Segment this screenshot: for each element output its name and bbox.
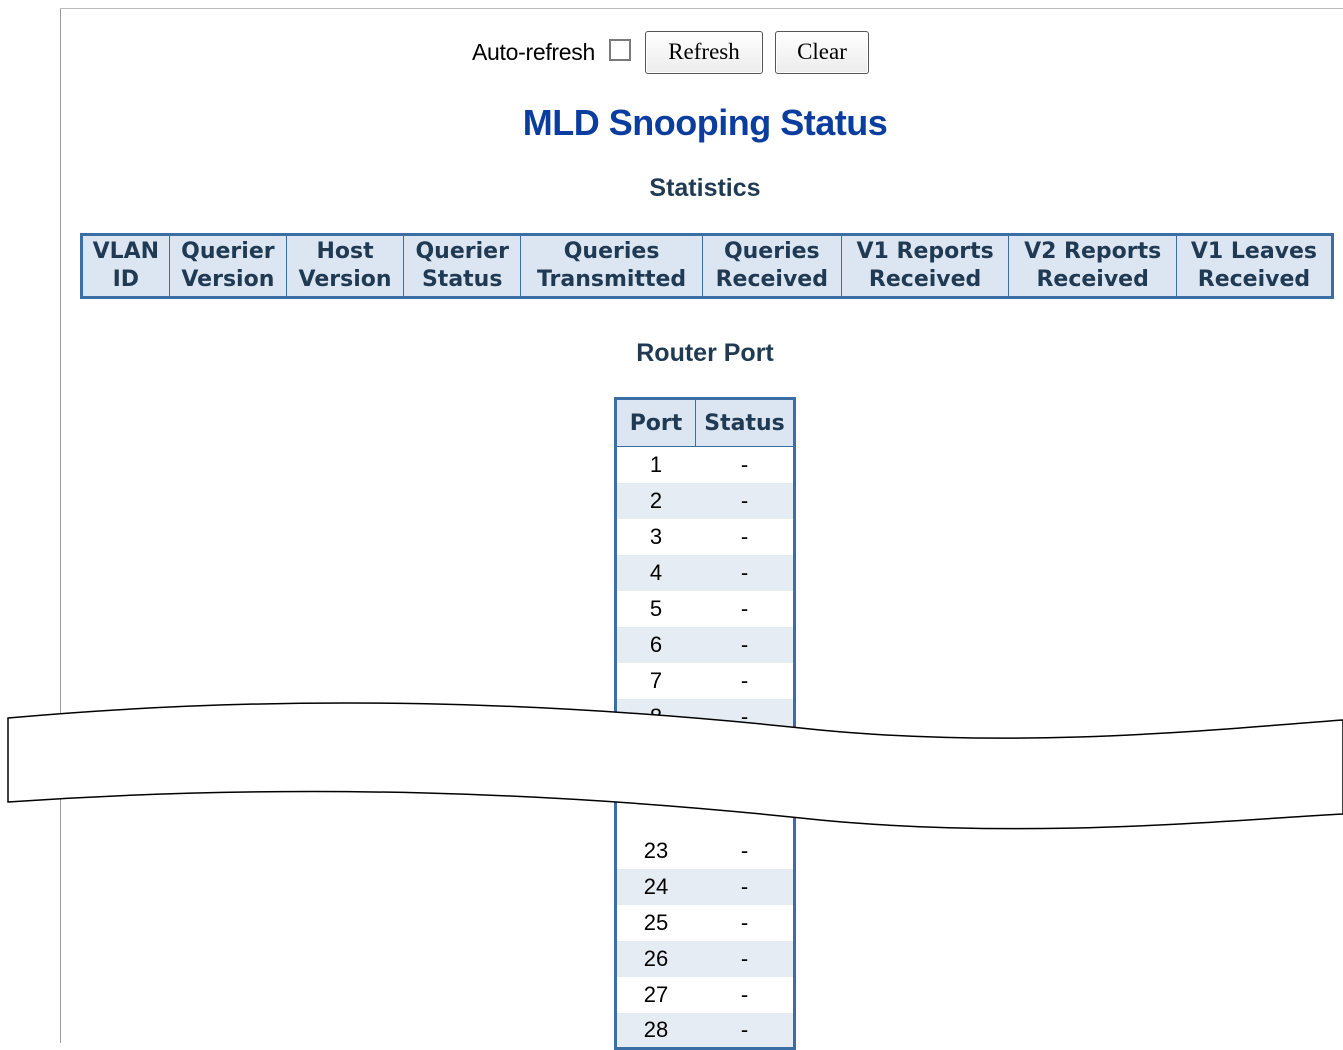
status-cell: - [695, 976, 795, 1013]
table-row: 4- [615, 554, 795, 591]
status-cell: - [695, 446, 795, 483]
status-cell: - [695, 868, 795, 905]
port-cell: 28 [615, 1012, 696, 1049]
table-row: 24- [615, 868, 795, 905]
col-querier-version: Querier Version [168, 234, 288, 298]
port-cell: 1 [615, 446, 696, 483]
router-port-header-row: Port Status [615, 398, 795, 447]
status-cell: - [695, 590, 795, 627]
table-row: 3- [615, 518, 795, 555]
port-cell: 26 [615, 940, 696, 977]
table-row: 5- [615, 590, 795, 627]
table-row: 1- [615, 446, 795, 483]
col-status: Status [695, 398, 795, 447]
col-queries-received: Queries Received [701, 234, 842, 298]
port-cell: 5 [615, 590, 696, 627]
toolbar: Auto-refresh Refresh Clear [472, 30, 869, 74]
col-vlan-id: VLAN ID [81, 234, 170, 298]
page-break-overlay [7, 702, 1343, 830]
col-v2-reports-received: V2 Reports Received [1008, 234, 1177, 298]
col-port: Port [615, 398, 696, 447]
status-cell: - [695, 940, 795, 977]
status-cell: - [695, 482, 795, 519]
status-cell: - [695, 518, 795, 555]
table-row: 28- [615, 1012, 795, 1049]
port-cell: 25 [615, 904, 696, 941]
col-v1-leaves-received: V1 Leaves Received [1175, 234, 1334, 298]
table-row: 2- [615, 482, 795, 519]
port-cell: 3 [615, 518, 696, 555]
router-port-title: Router Port [636, 339, 774, 367]
clear-button[interactable]: Clear [774, 30, 869, 74]
col-queries-transmitted: Queries Transmitted [520, 234, 703, 298]
col-host-version: Host Version [286, 234, 404, 298]
statistics-title: Statistics [649, 174, 761, 202]
refresh-button[interactable]: Refresh [644, 30, 763, 74]
statistics-table: VLAN ID Querier Version Host Version Querie… [80, 233, 1334, 299]
page-title: MLD Snooping Status [522, 102, 888, 143]
auto-refresh-checkbox[interactable] [608, 39, 631, 61]
col-v1-reports-received: V1 Reports Received [840, 234, 1010, 298]
status-cell: - [695, 626, 795, 663]
frame-top-border [60, 8, 1343, 9]
port-cell: 4 [615, 554, 696, 591]
table-row: 6- [615, 626, 795, 663]
status-cell: - [695, 554, 795, 591]
status-cell: - [695, 904, 795, 941]
port-cell: 2 [615, 482, 696, 519]
statistics-header-row: VLAN ID Querier Version Host Version Querie… [81, 234, 1334, 298]
frame-left-border [60, 8, 61, 1043]
col-querier-status: Querier Status [402, 234, 522, 298]
port-cell: 27 [615, 976, 696, 1013]
page-break-shape [7, 702, 1343, 830]
table-row: 27- [615, 976, 795, 1013]
port-cell: 6 [615, 626, 696, 663]
auto-refresh-label: Auto-refresh [472, 38, 595, 65]
table-row: 25- [615, 904, 795, 941]
status-cell: - [695, 1012, 795, 1049]
table-row: 26- [615, 940, 795, 977]
port-cell: 24 [615, 868, 696, 905]
